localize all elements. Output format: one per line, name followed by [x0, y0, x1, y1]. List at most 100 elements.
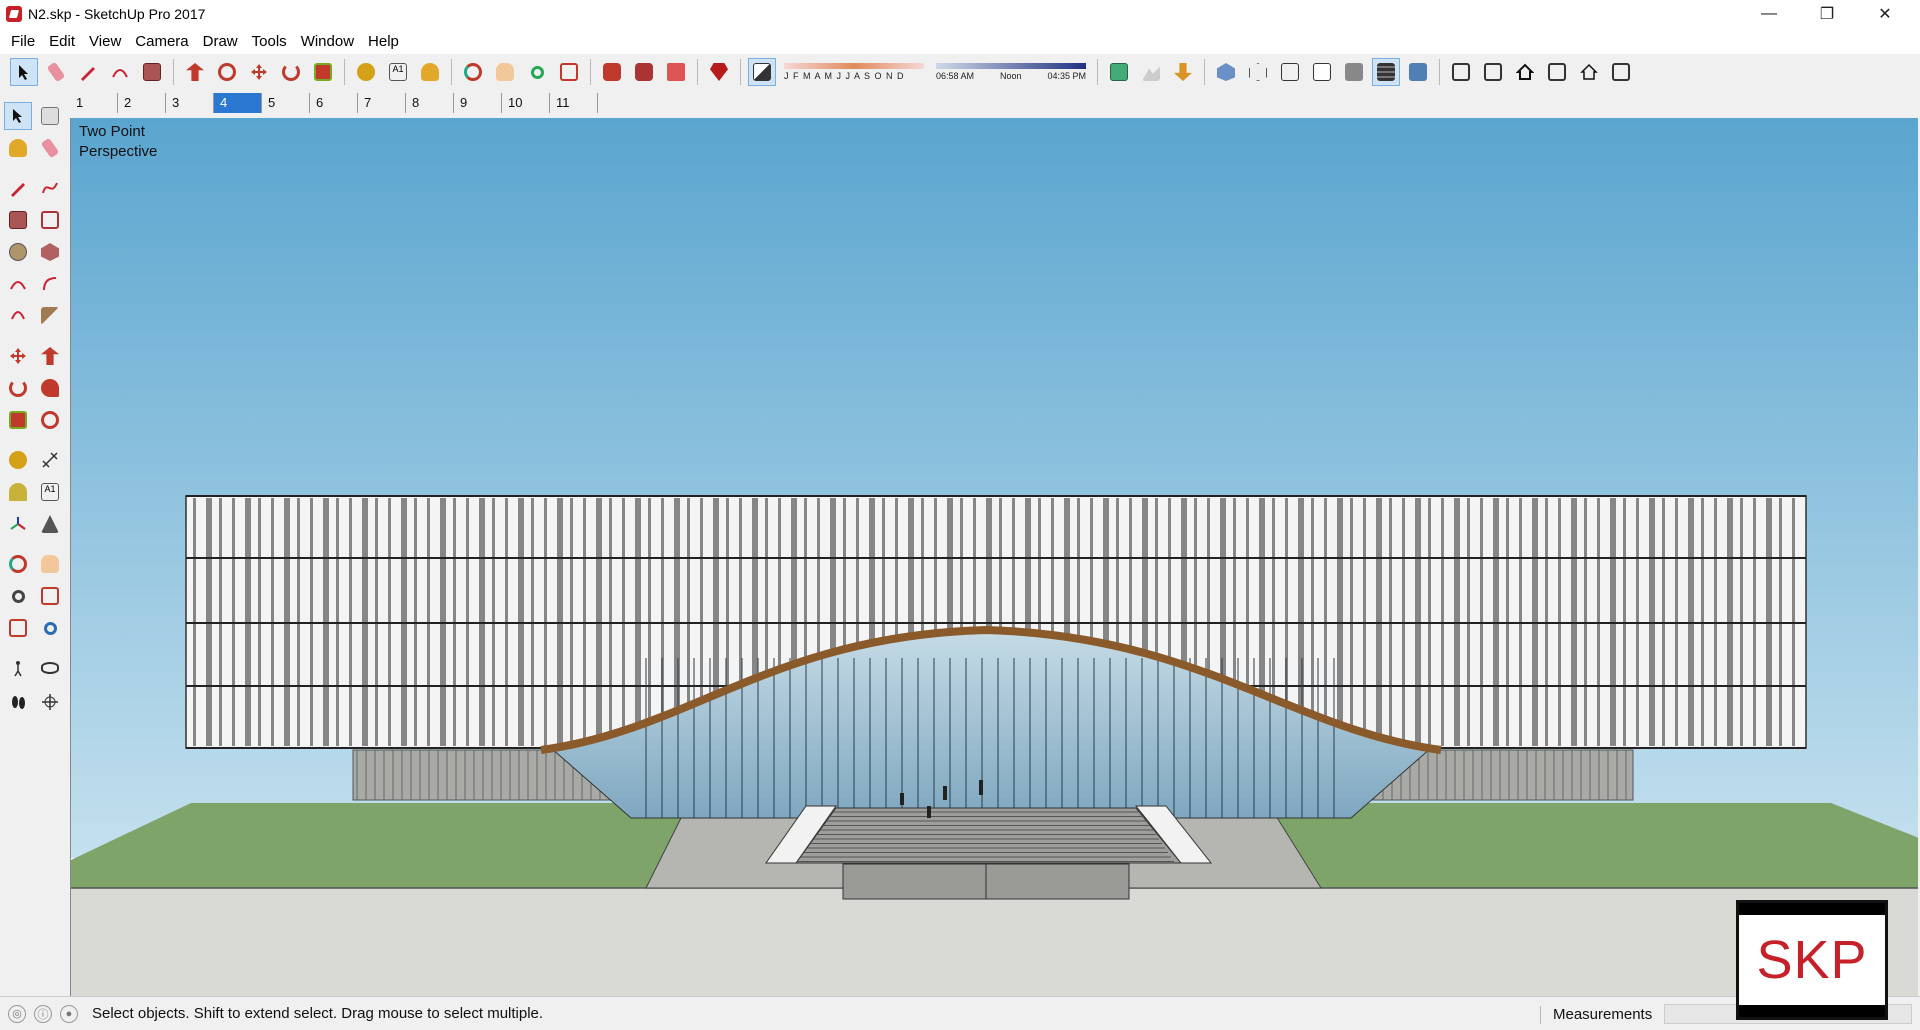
menu-draw[interactable]: Draw	[196, 33, 245, 50]
left-view-button[interactable]	[1607, 58, 1635, 86]
hidden-line-button[interactable]	[1308, 58, 1336, 86]
geo-location-button[interactable]	[1105, 58, 1133, 86]
user-account-icon[interactable]: ●	[60, 1004, 78, 1023]
scene-tab[interactable]: 9	[454, 93, 502, 113]
back-edges-button[interactable]	[1244, 58, 1272, 86]
close-button[interactable]: ✕	[1856, 0, 1914, 28]
menu-view[interactable]: View	[82, 33, 128, 50]
restore-button[interactable]: ❐	[1798, 0, 1856, 28]
xray-button[interactable]	[1212, 58, 1240, 86]
rectangle-tool[interactable]	[4, 206, 32, 234]
offset-tool[interactable]	[36, 406, 64, 434]
month-slider-track[interactable]	[784, 63, 924, 69]
zoom-extents-tool[interactable]	[4, 614, 32, 642]
menu-edit[interactable]: Edit	[42, 33, 82, 50]
scene-tab[interactable]: 2	[118, 93, 166, 113]
dimension-tool[interactable]	[36, 446, 64, 474]
scale-tool[interactable]	[4, 406, 32, 434]
rotate-button[interactable]	[277, 58, 305, 86]
import-button[interactable]	[1169, 58, 1197, 86]
scene-tab[interactable]: 8	[406, 93, 454, 113]
shaded-textures-button[interactable]	[1372, 58, 1400, 86]
arc-tool[interactable]	[4, 270, 32, 298]
line-tool[interactable]	[4, 174, 32, 202]
scene-tab[interactable]: 1	[70, 93, 118, 113]
orbit-tool[interactable]	[4, 550, 32, 578]
previous-view-tool[interactable]	[36, 614, 64, 642]
arc-tool-button[interactable]	[106, 58, 134, 86]
zoom-window-tool[interactable]	[36, 582, 64, 610]
select-tool[interactable]	[4, 102, 32, 130]
iso-view-button[interactable]	[1447, 58, 1475, 86]
extension-warehouse-button[interactable]	[630, 58, 658, 86]
right-view-button[interactable]	[1543, 58, 1571, 86]
line-tool-button[interactable]	[74, 58, 102, 86]
select-tool-button[interactable]	[10, 58, 38, 86]
two-point-arc-tool[interactable]	[36, 270, 64, 298]
menu-window[interactable]: Window	[294, 33, 361, 50]
look-around-tool[interactable]	[36, 654, 64, 682]
offset-button[interactable]	[213, 58, 241, 86]
section-plane-tool[interactable]	[36, 688, 64, 716]
menu-tools[interactable]: Tools	[245, 33, 294, 50]
top-view-button[interactable]	[1479, 58, 1507, 86]
menu-camera[interactable]: Camera	[128, 33, 195, 50]
layout-button[interactable]	[662, 58, 690, 86]
push-pull-button[interactable]	[181, 58, 209, 86]
text-button[interactable]: A1	[384, 58, 412, 86]
shaded-button[interactable]	[1340, 58, 1368, 86]
scene-tab[interactable]: 7	[358, 93, 406, 113]
zoom-tool[interactable]	[4, 582, 32, 610]
back-view-button[interactable]	[1575, 58, 1603, 86]
make-component-tool[interactable]	[36, 102, 64, 130]
3d-text-tool[interactable]	[36, 510, 64, 538]
paint-bucket-button[interactable]	[416, 58, 444, 86]
shape-tool-button[interactable]	[138, 58, 166, 86]
paint-bucket-tool[interactable]	[4, 134, 32, 162]
pie-tool[interactable]	[36, 302, 64, 330]
scene-tab[interactable]: 3	[166, 93, 214, 113]
scene-tab[interactable]: 10	[502, 93, 550, 113]
follow-me-tool[interactable]	[36, 374, 64, 402]
move-button[interactable]	[245, 58, 273, 86]
rotated-rectangle-tool[interactable]	[36, 206, 64, 234]
eraser-tool[interactable]	[36, 134, 64, 162]
protractor-tool[interactable]	[4, 478, 32, 506]
polygon-tool[interactable]	[36, 238, 64, 266]
warehouse-button[interactable]	[598, 58, 626, 86]
zoom-button[interactable]	[523, 58, 551, 86]
model-viewport[interactable]: Two Point Perspective	[70, 118, 1918, 996]
credits-status-icon[interactable]: ⓘ	[34, 1004, 52, 1023]
shadow-time-slider[interactable]: 06:58 AM Noon 04:35 PM	[936, 58, 1086, 86]
menu-file[interactable]: File	[4, 33, 42, 50]
shadow-date-slider[interactable]: J F M A M J J A S O N D	[784, 58, 924, 86]
tape-measure-button[interactable]	[352, 58, 380, 86]
scene-tab-selected[interactable]: 4	[214, 93, 262, 113]
position-camera-tool[interactable]	[4, 654, 32, 682]
monochrome-button[interactable]	[1404, 58, 1432, 86]
walk-tool[interactable]	[4, 688, 32, 716]
push-pull-tool[interactable]	[36, 342, 64, 370]
move-tool[interactable]	[4, 342, 32, 370]
scene-tab[interactable]: 11	[550, 93, 598, 113]
scale-button[interactable]	[309, 58, 337, 86]
time-slider-track[interactable]	[936, 63, 1086, 69]
geo-location-status-icon[interactable]: ◎	[8, 1004, 26, 1023]
extension-manager-button[interactable]	[705, 58, 733, 86]
pan-tool[interactable]	[36, 550, 64, 578]
pan-button[interactable]	[491, 58, 519, 86]
scene-tab[interactable]: 6	[310, 93, 358, 113]
wireframe-button[interactable]	[1276, 58, 1304, 86]
shadows-toggle-button[interactable]	[748, 58, 776, 86]
tape-measure-tool[interactable]	[4, 446, 32, 474]
minimize-button[interactable]: —	[1740, 0, 1798, 28]
building-model-render[interactable]	[71, 118, 1918, 996]
menu-help[interactable]: Help	[361, 33, 406, 50]
freehand-tool[interactable]	[36, 174, 64, 202]
eraser-tool-button[interactable]	[42, 58, 70, 86]
toggle-terrain-button[interactable]	[1137, 58, 1165, 86]
text-tool[interactable]: A1	[36, 478, 64, 506]
front-view-button[interactable]	[1511, 58, 1539, 86]
circle-tool[interactable]	[4, 238, 32, 266]
zoom-extents-button[interactable]	[555, 58, 583, 86]
